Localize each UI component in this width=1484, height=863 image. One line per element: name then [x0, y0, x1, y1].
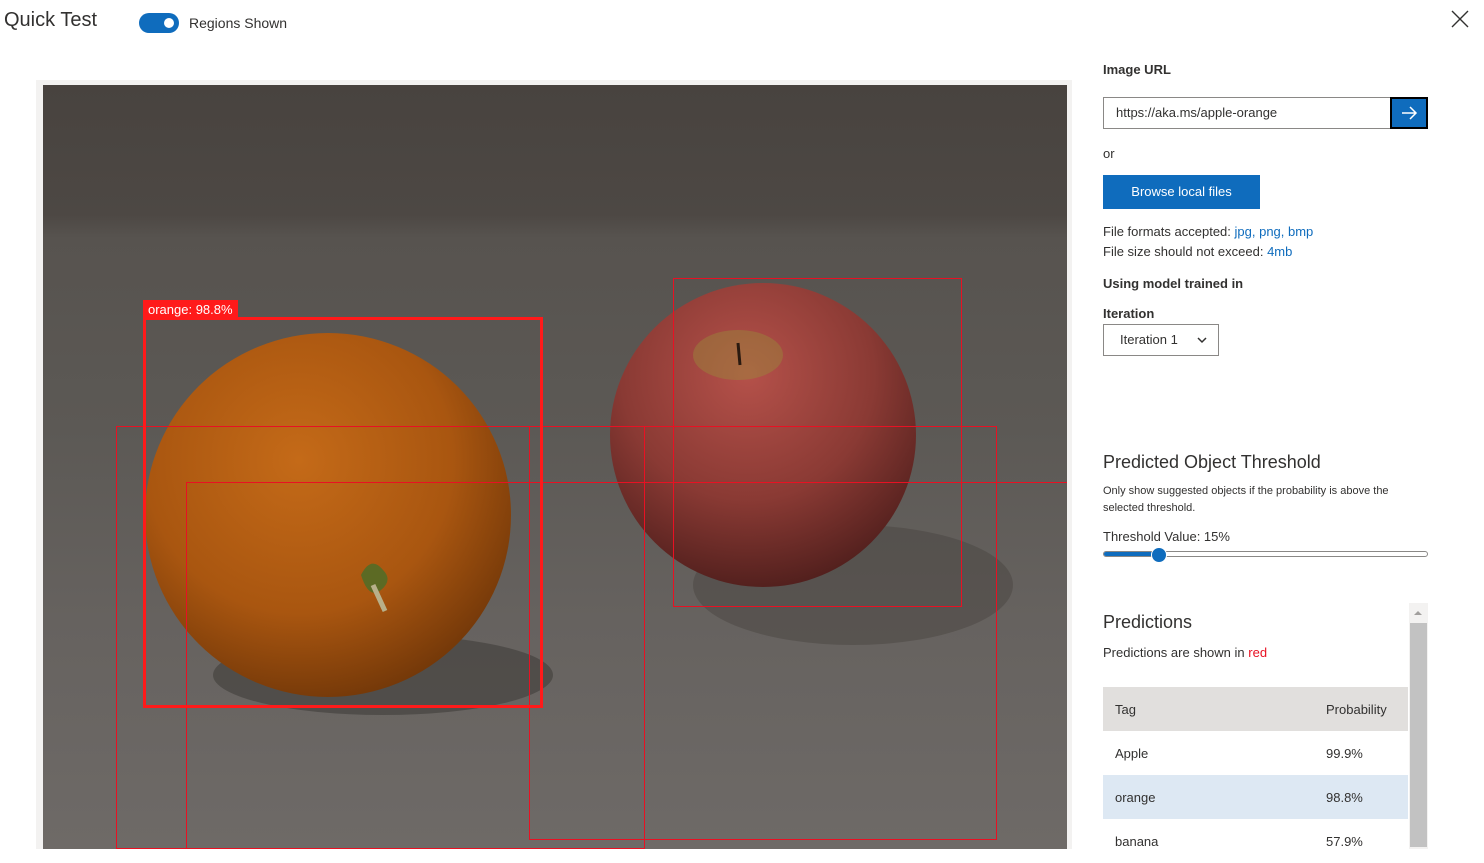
close-button[interactable] — [1448, 7, 1472, 31]
threshold-slider-thumb[interactable] — [1151, 547, 1167, 563]
region-box — [529, 426, 997, 840]
page-title: Quick Test — [4, 9, 97, 31]
region-label: orange: 98.8% — [143, 300, 238, 319]
model-label: Using model trained in — [1103, 276, 1244, 291]
close-icon — [1451, 10, 1469, 28]
regions-shown-label: Regions Shown — [189, 15, 288, 31]
row-probability: 57.9% — [1326, 834, 1363, 849]
predictions-note-prefix: Predictions are shown in — [1103, 645, 1245, 660]
row-tag: Apple — [1115, 746, 1149, 761]
region-box-primary[interactable] — [143, 317, 543, 708]
column-header-probability: Probability — [1326, 702, 1387, 717]
toggle-knob — [164, 18, 174, 28]
regions-shown-toggle[interactable] — [139, 13, 179, 33]
submit-url-button[interactable] — [1390, 97, 1428, 129]
predictions-note-color: red — [1248, 645, 1268, 660]
predictions-title: Predictions — [1103, 612, 1193, 632]
image-url-input[interactable]: https://aka.ms/apple-orange — [1103, 97, 1390, 129]
threshold-title: Predicted Object Threshold — [1103, 452, 1321, 472]
file-size-prefix: File size should not exceed: — [1103, 244, 1264, 259]
file-formats-info: File formats accepted: jpg, png, bmp — [1103, 224, 1313, 239]
predictions-table: Tag Probability Apple 99.9% orange 98.8%… — [1103, 687, 1408, 863]
row-tag: banana — [1115, 834, 1159, 849]
scrollbar-thumb[interactable] — [1410, 623, 1427, 847]
threshold-slider-fill — [1104, 552, 1158, 556]
threshold-value-label: Threshold Value: 15% — [1103, 529, 1230, 544]
table-row[interactable]: Apple 99.9% — [1103, 731, 1408, 775]
table-header: Tag Probability — [1103, 687, 1408, 731]
arrow-right-icon — [1402, 106, 1418, 120]
predictions-note: Predictions are shown in red — [1103, 645, 1267, 660]
file-formats-value: jpg, png, bmp — [1234, 224, 1314, 239]
test-photo: orange: 98.8% — [43, 85, 1067, 849]
image-preview: orange: 98.8% — [36, 80, 1072, 849]
iteration-dropdown[interactable]: Iteration 1 — [1103, 324, 1219, 356]
threshold-description: Only show suggested objects if the proba… — [1103, 485, 1389, 514]
scroll-up-button[interactable] — [1411, 606, 1425, 618]
column-header-tag: Tag — [1115, 702, 1136, 717]
table-row[interactable]: banana 57.9% — [1103, 819, 1408, 863]
row-tag: orange — [1115, 790, 1156, 805]
table-row-selected[interactable]: orange 98.8% — [1103, 775, 1408, 819]
chevron-down-icon — [1197, 337, 1207, 344]
iteration-label: Iteration — [1103, 306, 1155, 321]
row-probability: 99.9% — [1326, 746, 1363, 761]
browse-local-files-button[interactable]: Browse local files — [1103, 175, 1260, 209]
caret-up-icon — [1414, 611, 1422, 615]
iteration-selected: Iteration 1 — [1120, 332, 1178, 347]
or-text: or — [1103, 146, 1115, 161]
file-size-value: 4mb — [1267, 244, 1293, 259]
row-probability: 98.8% — [1326, 790, 1363, 805]
image-url-label: Image URL — [1103, 62, 1171, 77]
file-size-info: File size should not exceed: 4mb — [1103, 244, 1292, 259]
file-formats-prefix: File formats accepted: — [1103, 224, 1231, 239]
